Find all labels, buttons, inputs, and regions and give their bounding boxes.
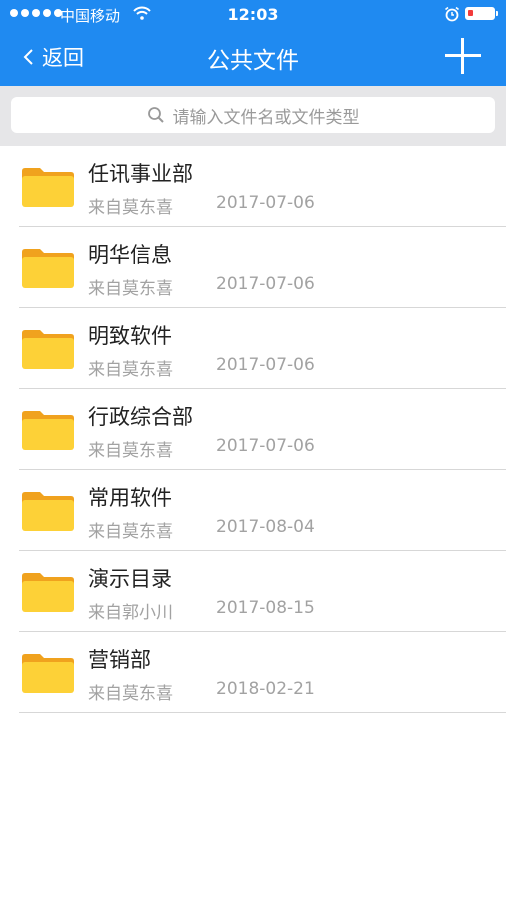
folder-list-item[interactable]: 行政综合部 来自莫东喜 2017-07-06 [0, 389, 506, 470]
folder-list-item[interactable]: 常用软件 来自莫东喜 2017-08-04 [0, 470, 506, 551]
folder-list-item[interactable]: 明致软件 来自莫东喜 2017-07-06 [0, 308, 506, 389]
folder-date: 2017-08-04 [216, 517, 315, 537]
folder-date: 2017-07-06 [216, 274, 315, 294]
folder-list: 任讯事业部 来自莫东喜 2017-07-06 明华信息 来自莫东喜 2017-0… [0, 146, 506, 713]
plus-icon[interactable] [445, 38, 481, 74]
folder-list-item[interactable]: 明华信息 来自莫东喜 2017-07-06 [0, 227, 506, 308]
status-time: 12:03 [227, 5, 279, 24]
page-title: 公共文件 [207, 48, 299, 74]
folder-name: 明致软件 [88, 324, 172, 348]
nav-bar: 中国移动 12:03 返回 公共文件 [0, 0, 506, 86]
folder-date: 2017-07-06 [216, 436, 315, 456]
folder-icon [22, 330, 74, 369]
status-bar: 中国移动 12:03 [0, 0, 506, 28]
folder-source: 来自莫东喜 [88, 360, 173, 380]
folder-name: 任讯事业部 [88, 162, 193, 186]
battery-level [468, 10, 473, 16]
folder-source: 来自莫东喜 [88, 684, 173, 704]
folder-list-item[interactable]: 演示目录 来自郭小川 2017-08-15 [0, 551, 506, 632]
search-placeholder: 请输入文件名或文件类型 [172, 107, 360, 128]
folder-icon [22, 411, 74, 450]
folder-name: 行政综合部 [88, 405, 193, 429]
folder-source: 来自莫东喜 [88, 522, 173, 542]
search-icon [147, 107, 164, 123]
folder-date: 2017-07-06 [216, 355, 315, 375]
folder-icon [22, 249, 74, 288]
search-bar: 请输入文件名或文件类型 [0, 86, 506, 146]
alarm-clock-icon [445, 6, 459, 22]
folder-source: 来自莫东喜 [88, 279, 173, 299]
folder-source: 来自莫东喜 [88, 198, 173, 218]
search-input[interactable]: 请输入文件名或文件类型 [11, 97, 495, 133]
folder-icon [22, 168, 74, 207]
folder-name: 明华信息 [88, 243, 172, 267]
folder-icon [22, 654, 74, 693]
folder-icon [22, 573, 74, 612]
folder-list-item[interactable]: 任讯事业部 来自莫东喜 2017-07-06 [0, 146, 506, 227]
folder-date: 2017-08-15 [216, 598, 315, 618]
folder-name: 演示目录 [88, 567, 172, 591]
folder-date: 2017-07-06 [216, 193, 315, 213]
folder-source: 来自郭小川 [88, 603, 173, 623]
battery-icon [465, 7, 498, 20]
folder-list-item[interactable]: 营销部 来自莫东喜 2018-02-21 [0, 632, 506, 713]
folder-date: 2018-02-21 [216, 679, 315, 699]
folder-source: 来自莫东喜 [88, 441, 173, 461]
folder-icon [22, 492, 74, 531]
folder-name: 常用软件 [88, 486, 172, 510]
folder-name: 营销部 [88, 648, 151, 672]
